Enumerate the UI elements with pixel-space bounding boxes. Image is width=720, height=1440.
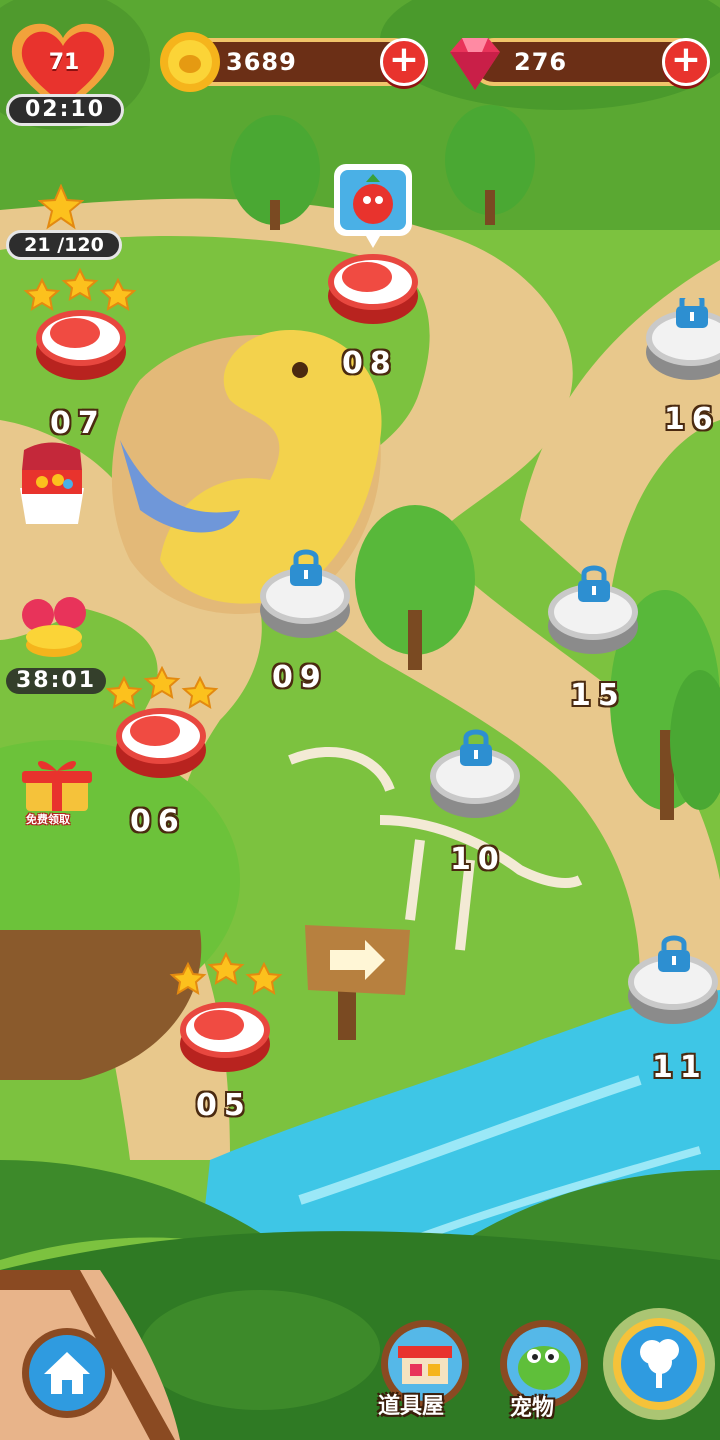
treasure-chest-button[interactable] — [12, 440, 92, 530]
star-icon — [105, 675, 143, 709]
level-node-05[interactable] — [180, 1002, 270, 1072]
lives-timer: 02:10 — [6, 94, 124, 126]
item-shop-label: 道具屋 — [378, 1394, 445, 1419]
level-16-label-clip: 16 — [664, 402, 720, 442]
coin-gem-icon — [22, 597, 86, 657]
star-icon — [99, 277, 137, 311]
level-node-15[interactable] — [548, 565, 638, 654]
creature-icon — [194, 1010, 244, 1040]
level-number: 15 — [570, 678, 626, 713]
pet-label: 宠物 — [510, 1396, 555, 1421]
lock-icon — [676, 298, 708, 328]
level-number: 05 — [196, 1088, 252, 1123]
level-node-16[interactable] — [646, 298, 720, 388]
treasure-chest-icon — [20, 442, 84, 524]
level-06-stars — [105, 666, 219, 709]
star-icon — [169, 961, 207, 995]
item-shop-button[interactable]: 道具屋 — [370, 1316, 480, 1426]
add-gems-button[interactable]: + — [662, 38, 710, 86]
tree-button[interactable] — [600, 1300, 718, 1420]
pet-button[interactable]: 宠物 — [494, 1316, 594, 1426]
star-icon — [143, 666, 181, 699]
gift-box-icon — [22, 760, 92, 811]
star-progress-icon — [37, 183, 85, 230]
star-icon — [23, 277, 61, 311]
lock-icon — [460, 729, 492, 766]
level-number: 11 — [652, 1050, 708, 1085]
level-node-10[interactable] — [430, 729, 520, 818]
level-number: 16 — [664, 402, 720, 437]
gem-icon — [442, 32, 508, 94]
level-05-stars — [169, 952, 283, 995]
star-icon — [181, 675, 219, 709]
level-number: 06 — [130, 804, 186, 839]
level-number: 10 — [450, 842, 506, 877]
player-avatar-marker — [330, 160, 416, 252]
coin-icon — [158, 30, 222, 94]
level-number: 09 — [272, 660, 328, 695]
free-gift-button[interactable]: 免费领取 — [12, 755, 108, 830]
lives-count: 71 — [48, 50, 80, 75]
star-icon — [207, 952, 245, 985]
gem-count: 276 — [514, 48, 568, 76]
star-icon — [61, 268, 99, 301]
level-number: 08 — [342, 346, 398, 381]
free-gift-label: 免费领取 — [26, 813, 70, 826]
tree-icon — [603, 1308, 715, 1420]
lock-icon — [658, 935, 690, 972]
gift-pack-button[interactable] — [12, 595, 102, 665]
star-progress: 21 /120 — [6, 230, 122, 260]
lock-icon — [578, 565, 610, 602]
gift-timer: 38:01 — [6, 668, 106, 694]
coin-count: 3689 — [226, 48, 297, 76]
home-button[interactable] — [20, 1326, 114, 1420]
add-coins-button[interactable]: + — [380, 38, 428, 86]
star-icon — [245, 961, 283, 995]
level-node-08[interactable] — [328, 254, 418, 324]
level-07-stars — [23, 268, 137, 311]
level-node-11[interactable] — [628, 935, 718, 1024]
home-icon — [22, 1328, 112, 1418]
lock-icon — [290, 549, 322, 586]
level-number: 07 — [50, 406, 106, 441]
level-node-09[interactable] — [260, 549, 350, 638]
creature-icon — [342, 262, 392, 292]
